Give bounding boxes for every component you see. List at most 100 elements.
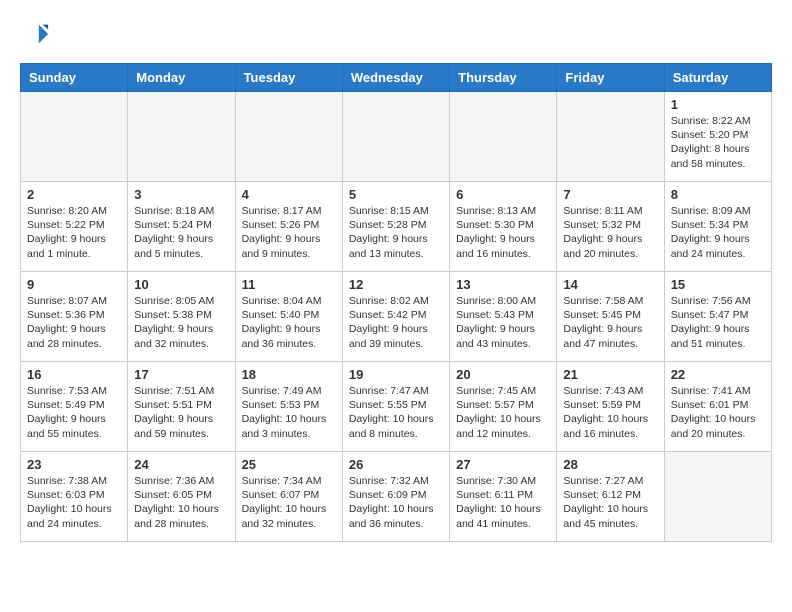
calendar-cell: 13Sunrise: 8:00 AM Sunset: 5:43 PM Dayli… — [450, 272, 557, 362]
day-info: Sunrise: 8:02 AM Sunset: 5:42 PM Dayligh… — [349, 294, 443, 351]
calendar-cell: 19 Sunrise: 7:47 AM Sunset: 5:55 PM Dayli… — [342, 362, 449, 452]
calendar-cell: 15Sunrise: 7:56 AM Sunset: 5:47 PM Dayli… — [664, 272, 771, 362]
day-info: Sunrise: 8:20 AM Sunset: 5:22 PM Dayligh… — [27, 204, 121, 261]
calendar-cell: 2 Sunrise: 8:20 AM Sunset: 5:22 PM Daylig… — [21, 182, 128, 272]
day-number: 5 — [349, 187, 443, 202]
day-number: 1 — [671, 97, 765, 112]
calendar-cell: 6 Sunrise: 8:13 AM Sunset: 5:30 PM Daylig… — [450, 182, 557, 272]
calendar-cell — [235, 92, 342, 182]
day-info: Sunrise: 7:27 AM Sunset: 6:12 PM Dayligh… — [563, 474, 657, 531]
col-header-saturday: Saturday — [664, 64, 771, 92]
calendar-cell — [128, 92, 235, 182]
day-number: 4 — [242, 187, 336, 202]
calendar-cell: 14 Sunrise: 7:58 AM Sunset: 5:45 PM Dayli… — [557, 272, 664, 362]
day-number: 9 — [27, 277, 121, 292]
calendar-week-row: 23 Sunrise: 7:38 AM Sunset: 6:03 PM Dayli… — [21, 452, 772, 542]
col-header-tuesday: Tuesday — [235, 64, 342, 92]
calendar-cell: 8Sunrise: 8:09 AM Sunset: 5:34 PM Daylig… — [664, 182, 771, 272]
day-info: Sunrise: 8:15 AM Sunset: 5:28 PM Dayligh… — [349, 204, 443, 261]
calendar-cell: 27 Sunrise: 7:30 AM Sunset: 6:11 PM Dayli… — [450, 452, 557, 542]
calendar-cell — [557, 92, 664, 182]
day-info: Sunrise: 7:30 AM Sunset: 6:11 PM Dayligh… — [456, 474, 550, 531]
day-number: 25 — [242, 457, 336, 472]
day-info: Sunrise: 8:04 AM Sunset: 5:40 PM Dayligh… — [242, 294, 336, 351]
calendar-week-row: 16 Sunrise: 7:53 AM Sunset: 5:49 PM Dayli… — [21, 362, 772, 452]
day-number: 27 — [456, 457, 550, 472]
day-info: Sunrise: 7:51 AM Sunset: 5:51 PM Dayligh… — [134, 384, 228, 441]
day-number: 2 — [27, 187, 121, 202]
calendar-table: SundayMondayTuesdayWednesdayThursdayFrid… — [20, 63, 772, 542]
day-info: Sunrise: 8:05 AM Sunset: 5:38 PM Dayligh… — [134, 294, 228, 351]
calendar-week-row: 1 Sunrise: 8:22 AM Sunset: 5:20 PM Daylig… — [21, 92, 772, 182]
calendar-cell: 18 Sunrise: 7:49 AM Sunset: 5:53 PM Dayli… — [235, 362, 342, 452]
calendar-cell: 23 Sunrise: 7:38 AM Sunset: 6:03 PM Dayli… — [21, 452, 128, 542]
col-header-sunday: Sunday — [21, 64, 128, 92]
day-number: 16 — [27, 367, 121, 382]
day-number: 17 — [134, 367, 228, 382]
calendar-cell — [21, 92, 128, 182]
day-info: Sunrise: 7:41 AM Sunset: 6:01 PM Dayligh… — [671, 384, 765, 441]
calendar-cell — [342, 92, 449, 182]
day-number: 22 — [671, 367, 765, 382]
day-number: 18 — [242, 367, 336, 382]
day-info: Sunrise: 7:53 AM Sunset: 5:49 PM Dayligh… — [27, 384, 121, 441]
calendar-cell: 28 Sunrise: 7:27 AM Sunset: 6:12 PM Dayli… — [557, 452, 664, 542]
calendar-cell: 26 Sunrise: 7:32 AM Sunset: 6:09 PM Dayli… — [342, 452, 449, 542]
day-info: Sunrise: 7:36 AM Sunset: 6:05 PM Dayligh… — [134, 474, 228, 531]
day-info: Sunrise: 7:32 AM Sunset: 6:09 PM Dayligh… — [349, 474, 443, 531]
day-info: Sunrise: 8:07 AM Sunset: 5:36 PM Dayligh… — [27, 294, 121, 351]
day-info: Sunrise: 7:47 AM Sunset: 5:55 PM Dayligh… — [349, 384, 443, 441]
day-info: Sunrise: 8:18 AM Sunset: 5:24 PM Dayligh… — [134, 204, 228, 261]
col-header-wednesday: Wednesday — [342, 64, 449, 92]
calendar-cell: 9 Sunrise: 8:07 AM Sunset: 5:36 PM Daylig… — [21, 272, 128, 362]
calendar-cell: 20 Sunrise: 7:45 AM Sunset: 5:57 PM Dayli… — [450, 362, 557, 452]
day-info: Sunrise: 7:49 AM Sunset: 5:53 PM Dayligh… — [242, 384, 336, 441]
calendar-cell: 21 Sunrise: 7:43 AM Sunset: 5:59 PM Dayli… — [557, 362, 664, 452]
calendar-cell: 3Sunrise: 8:18 AM Sunset: 5:24 PM Daylig… — [128, 182, 235, 272]
calendar-cell: 22 Sunrise: 7:41 AM Sunset: 6:01 PM Dayli… — [664, 362, 771, 452]
logo — [20, 20, 50, 53]
day-number: 19 — [349, 367, 443, 382]
calendar-cell: 5 Sunrise: 8:15 AM Sunset: 5:28 PM Daylig… — [342, 182, 449, 272]
day-info: Sunrise: 8:13 AM Sunset: 5:30 PM Dayligh… — [456, 204, 550, 261]
day-number: 26 — [349, 457, 443, 472]
logo-icon — [22, 20, 50, 48]
day-number: 6 — [456, 187, 550, 202]
day-number: 10 — [134, 277, 228, 292]
col-header-thursday: Thursday — [450, 64, 557, 92]
calendar-cell: 25 Sunrise: 7:34 AM Sunset: 6:07 PM Dayli… — [235, 452, 342, 542]
day-info: Sunrise: 7:45 AM Sunset: 5:57 PM Dayligh… — [456, 384, 550, 441]
day-info: Sunrise: 7:38 AM Sunset: 6:03 PM Dayligh… — [27, 474, 121, 531]
day-number: 15 — [671, 277, 765, 292]
calendar-week-row: 2 Sunrise: 8:20 AM Sunset: 5:22 PM Daylig… — [21, 182, 772, 272]
day-number: 23 — [27, 457, 121, 472]
calendar-cell — [664, 452, 771, 542]
day-info: Sunrise: 7:34 AM Sunset: 6:07 PM Dayligh… — [242, 474, 336, 531]
calendar-cell: 11 Sunrise: 8:04 AM Sunset: 5:40 PM Dayli… — [235, 272, 342, 362]
calendar-header-row: SundayMondayTuesdayWednesdayThursdayFrid… — [21, 64, 772, 92]
calendar-cell: 7 Sunrise: 8:11 AM Sunset: 5:32 PM Daylig… — [557, 182, 664, 272]
day-number: 28 — [563, 457, 657, 472]
day-info: Sunrise: 8:09 AM Sunset: 5:34 PM Dayligh… — [671, 204, 765, 261]
day-info: Sunrise: 8:00 AM Sunset: 5:43 PM Dayligh… — [456, 294, 550, 351]
day-number: 7 — [563, 187, 657, 202]
calendar-cell: 1 Sunrise: 8:22 AM Sunset: 5:20 PM Daylig… — [664, 92, 771, 182]
calendar-cell: 16 Sunrise: 7:53 AM Sunset: 5:49 PM Dayli… — [21, 362, 128, 452]
col-header-friday: Friday — [557, 64, 664, 92]
calendar-week-row: 9 Sunrise: 8:07 AM Sunset: 5:36 PM Daylig… — [21, 272, 772, 362]
header — [20, 20, 772, 53]
day-number: 21 — [563, 367, 657, 382]
calendar-cell: 17 Sunrise: 7:51 AM Sunset: 5:51 PM Dayli… — [128, 362, 235, 452]
day-number: 11 — [242, 277, 336, 292]
calendar-cell: 10 Sunrise: 8:05 AM Sunset: 5:38 PM Dayli… — [128, 272, 235, 362]
day-number: 20 — [456, 367, 550, 382]
day-info: Sunrise: 8:11 AM Sunset: 5:32 PM Dayligh… — [563, 204, 657, 261]
day-info: Sunrise: 7:43 AM Sunset: 5:59 PM Dayligh… — [563, 384, 657, 441]
day-info: Sunrise: 8:17 AM Sunset: 5:26 PM Dayligh… — [242, 204, 336, 261]
calendar-cell: 24Sunrise: 7:36 AM Sunset: 6:05 PM Dayli… — [128, 452, 235, 542]
day-info: Sunrise: 8:22 AM Sunset: 5:20 PM Dayligh… — [671, 114, 765, 171]
col-header-monday: Monday — [128, 64, 235, 92]
calendar-cell: 12Sunrise: 8:02 AM Sunset: 5:42 PM Dayli… — [342, 272, 449, 362]
day-number: 14 — [563, 277, 657, 292]
day-info: Sunrise: 7:58 AM Sunset: 5:45 PM Dayligh… — [563, 294, 657, 351]
